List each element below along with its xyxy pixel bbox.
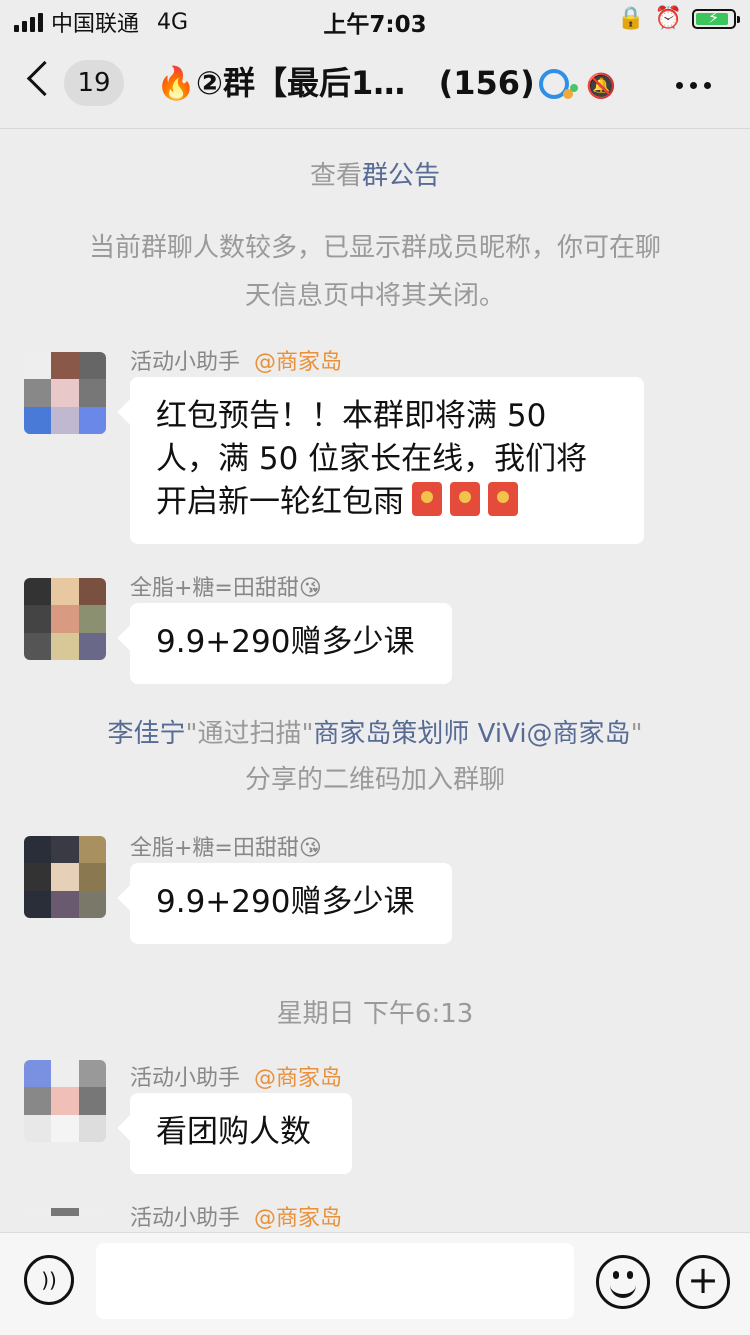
message-bubble[interactable]: 9.9+290赠多少课 [130,863,452,944]
red-packet-icon [450,482,480,516]
alarm-icon: ⏰ [654,6,682,31]
more-icon[interactable] [676,82,711,89]
message-bubble[interactable]: 9.9+290赠多少课 [130,603,452,684]
avatar[interactable] [24,578,106,660]
battery-icon: ⚡ [692,8,740,29]
sender-name: 活动小助手 @商家岛 [130,350,343,375]
avatar[interactable] [24,836,106,918]
member-count: (156) [438,64,535,102]
avatar[interactable] [24,1060,106,1142]
chat-nav-bar: 19 🔥②群【最后1… (156) 🔕 [0,40,750,129]
group-title[interactable]: 🔥②群【最后1… (156) [156,60,576,106]
group-notice-link[interactable]: 群公告 [362,161,440,191]
back-icon[interactable] [26,60,63,97]
nickname-notice-line1: 当前群聊人数较多，已显示群成员昵称，你可在聊 [88,233,661,263]
official-badge-icon [539,69,578,99]
sender-name: 活动小助手 @商家岛 [130,1206,343,1231]
message-bubble[interactable]: 红包预告！！本群即将满 50 人，满 50 位家长在线，我们将 开启新一轮红包雨 [130,377,644,544]
avatar[interactable] [24,1208,106,1232]
joined-user-link[interactable]: 李佳宁 [107,719,185,749]
red-packet-icon [412,482,442,516]
rotation-lock-icon: 🔒 [617,6,645,31]
message-bubble[interactable]: 看团购人数 [130,1093,352,1174]
avatar[interactable] [24,352,106,434]
sender-name: 活动小助手 @商家岛 [130,1066,343,1091]
timestamp: 星期日 下午6:13 [276,999,474,1029]
nickname-notice-line2: 天信息页中将其关闭。 [244,281,505,311]
unread-count-badge[interactable]: 19 [64,60,124,106]
fire-emoji: 🔥 [156,64,196,102]
emoji-icon[interactable] [596,1255,650,1309]
voice-input-icon[interactable]: )) [24,1255,74,1305]
plus-icon[interactable]: + [676,1255,730,1309]
sender-name: 全脂+糖=田甜甜😘 [130,576,322,601]
inviter-link[interactable]: 商家岛策划师 ViVi@商家岛 [313,719,630,749]
join-notice-line2: 分享的二维码加入群聊 [244,765,505,795]
message-input[interactable] [96,1243,574,1319]
input-bar: )) + [0,1232,750,1335]
mute-bell-icon: 🔕 [586,72,616,100]
status-bar: 中国联通 4G 上午7:03 🔒 ⏰ ⚡ [0,0,750,40]
group-notice-row: 查看群公告 [309,161,441,191]
join-notice-line1: 李佳宁"通过扫描"商家岛策划师 ViVi@商家岛" [107,719,643,749]
red-packet-icon [488,482,518,516]
group-name: ②群【最后1… [195,64,406,102]
sender-name: 全脂+糖=田甜甜😘 [130,836,322,861]
